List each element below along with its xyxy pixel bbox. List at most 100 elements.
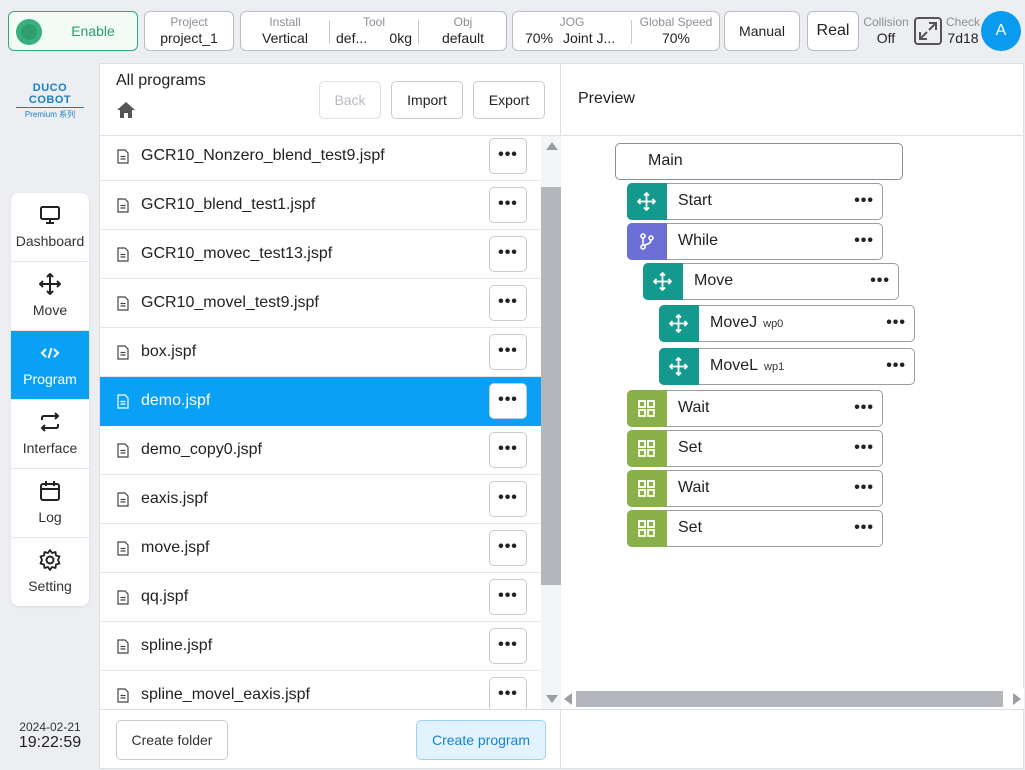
node-more-button[interactable]: ••• bbox=[854, 519, 874, 537]
more-options-button[interactable]: ••• bbox=[489, 285, 527, 321]
enable-button[interactable]: Enable bbox=[8, 11, 138, 51]
node-more-button[interactable]: ••• bbox=[886, 357, 906, 375]
tree-node-set[interactable]: Set ••• bbox=[627, 430, 883, 467]
node-more-button[interactable]: ••• bbox=[886, 314, 906, 332]
scroll-right-arrow-icon[interactable] bbox=[1013, 693, 1021, 705]
tree-node-start[interactable]: Start ••• bbox=[627, 183, 883, 220]
install-title: Install bbox=[269, 15, 301, 29]
list-item[interactable]: GCR10_Nonzero_blend_test9.jspf ••• bbox=[100, 136, 541, 181]
scroll-thumb[interactable] bbox=[541, 187, 562, 585]
tree-node-wait[interactable]: Wait ••• bbox=[627, 470, 883, 507]
nav-label: Program bbox=[23, 371, 77, 387]
list-scrollbar[interactable] bbox=[541, 136, 562, 709]
more-options-button[interactable]: ••• bbox=[489, 530, 527, 566]
tree-node-while[interactable]: While ••• bbox=[627, 223, 883, 260]
nav-item-dashboard[interactable]: Dashboard bbox=[11, 193, 89, 262]
more-options-button[interactable]: ••• bbox=[489, 677, 527, 709]
tree-node-movel[interactable]: MoveL wp1 ••• bbox=[659, 348, 915, 385]
install-field[interactable]: Install Vertical bbox=[241, 16, 329, 47]
monitor-icon bbox=[40, 206, 60, 224]
list-item[interactable]: GCR10_movel_test9.jspf ••• bbox=[100, 279, 541, 328]
node-more-button[interactable]: ••• bbox=[854, 232, 874, 250]
move-arrows-icon bbox=[637, 192, 656, 211]
list-item[interactable]: move.jspf ••• bbox=[100, 524, 541, 573]
node-more-button[interactable]: ••• bbox=[854, 439, 874, 457]
file-name: spline_movel_eaxis.jspf bbox=[141, 686, 310, 703]
scroll-down-arrow-icon[interactable] bbox=[546, 695, 558, 703]
collision-value: Off bbox=[876, 30, 896, 46]
tool-field[interactable]: Tool def... 0kg bbox=[330, 16, 418, 47]
node-more-button[interactable]: ••• bbox=[854, 192, 874, 210]
tree-node-set[interactable]: Set ••• bbox=[627, 510, 883, 547]
global-speed-field[interactable]: Global Speed 70% bbox=[632, 16, 720, 47]
more-options-button[interactable]: ••• bbox=[489, 628, 527, 664]
branch-icon-block bbox=[627, 223, 667, 260]
list-item[interactable]: GCR10_blend_test1.jspf ••• bbox=[100, 181, 541, 230]
manual-mode-button[interactable]: Manual bbox=[724, 11, 800, 51]
import-button[interactable]: Import bbox=[391, 81, 463, 119]
more-options-button[interactable]: ••• bbox=[489, 236, 527, 272]
node-label: Set bbox=[678, 519, 703, 536]
nav-item-move[interactable]: Move bbox=[11, 262, 89, 331]
preview-hscrollbar[interactable] bbox=[561, 688, 1024, 710]
move-arrows-icon-block bbox=[627, 183, 667, 220]
branch-icon bbox=[640, 233, 654, 250]
more-options-button[interactable]: ••• bbox=[489, 187, 527, 223]
more-options-button[interactable]: ••• bbox=[489, 138, 527, 174]
tree-node-wait[interactable]: Wait ••• bbox=[627, 390, 883, 427]
scroll-up-arrow-icon[interactable] bbox=[546, 142, 558, 150]
obj-value: default bbox=[441, 30, 485, 46]
home-icon[interactable] bbox=[116, 100, 136, 120]
project-selector[interactable]: Project project_1 bbox=[144, 11, 234, 51]
list-item[interactable]: spline_movel_eaxis.jspf ••• bbox=[100, 671, 541, 709]
scroll-left-arrow-icon[interactable] bbox=[564, 693, 572, 705]
nav-item-log[interactable]: Log bbox=[11, 469, 89, 538]
collision-field[interactable]: Collision Off bbox=[862, 16, 910, 47]
scroll-thumb[interactable] bbox=[576, 691, 1003, 707]
tree-node-movej[interactable]: MoveJ wp0 ••• bbox=[659, 305, 915, 342]
create-folder-button[interactable]: Create folder bbox=[116, 720, 228, 760]
more-options-button[interactable]: ••• bbox=[489, 579, 527, 615]
export-button[interactable]: Export bbox=[473, 81, 545, 119]
list-item[interactable]: eaxis.jspf ••• bbox=[100, 475, 541, 524]
list-item[interactable]: demo_copy0.jspf ••• bbox=[100, 426, 541, 475]
tree-node-main[interactable]: Main bbox=[615, 143, 903, 180]
check-field[interactable]: Check 7d18 bbox=[943, 16, 983, 47]
list-item[interactable]: qq.jspf ••• bbox=[100, 573, 541, 622]
file-name: qq.jspf bbox=[141, 588, 189, 605]
nav-item-interface[interactable]: Interface bbox=[11, 400, 89, 469]
expand-icon[interactable] bbox=[914, 17, 942, 45]
list-item[interactable]: box.jspf ••• bbox=[100, 328, 541, 377]
file-name: eaxis.jspf bbox=[141, 490, 208, 507]
more-options-button[interactable]: ••• bbox=[489, 383, 527, 419]
more-options-button[interactable]: ••• bbox=[489, 432, 527, 468]
nav-item-program[interactable]: Program bbox=[11, 331, 89, 400]
move-arrows-icon bbox=[669, 314, 688, 333]
real-mode-button[interactable]: Real bbox=[807, 11, 859, 51]
more-options-button[interactable]: ••• bbox=[489, 481, 527, 517]
node-more-button[interactable]: ••• bbox=[854, 479, 874, 497]
tree-node-move[interactable]: Move ••• bbox=[643, 263, 899, 300]
node-more-button[interactable]: ••• bbox=[854, 399, 874, 417]
nav-item-setting[interactable]: Setting bbox=[11, 538, 89, 606]
grid-icon bbox=[638, 440, 655, 457]
list-item[interactable]: demo.jspf ••• bbox=[100, 377, 541, 426]
programs-footer: Create folder Create program bbox=[100, 709, 562, 769]
global-speed-title: Global Speed bbox=[639, 15, 713, 29]
node-more-button[interactable]: ••• bbox=[870, 272, 890, 290]
more-options-button[interactable]: ••• bbox=[489, 334, 527, 370]
grid-icon-block bbox=[627, 430, 667, 467]
move-arrows-icon bbox=[653, 272, 672, 291]
list-item[interactable]: GCR10_movec_test13.jspf ••• bbox=[100, 230, 541, 279]
obj-field[interactable]: Obj default bbox=[419, 16, 507, 47]
speed-group: JOG 70% Joint J... Global Speed 70% bbox=[512, 11, 720, 51]
enable-label: Enable bbox=[71, 23, 115, 39]
node-label: While bbox=[678, 232, 719, 249]
tool-name: def... bbox=[336, 30, 368, 46]
jog-field[interactable]: JOG 70% Joint J... bbox=[513, 16, 631, 47]
back-button[interactable]: Back bbox=[319, 81, 381, 119]
list-item[interactable]: spline.jspf ••• bbox=[100, 622, 541, 671]
user-avatar[interactable]: A bbox=[981, 11, 1021, 51]
create-program-button[interactable]: Create program bbox=[416, 720, 546, 760]
file-icon bbox=[117, 149, 129, 164]
